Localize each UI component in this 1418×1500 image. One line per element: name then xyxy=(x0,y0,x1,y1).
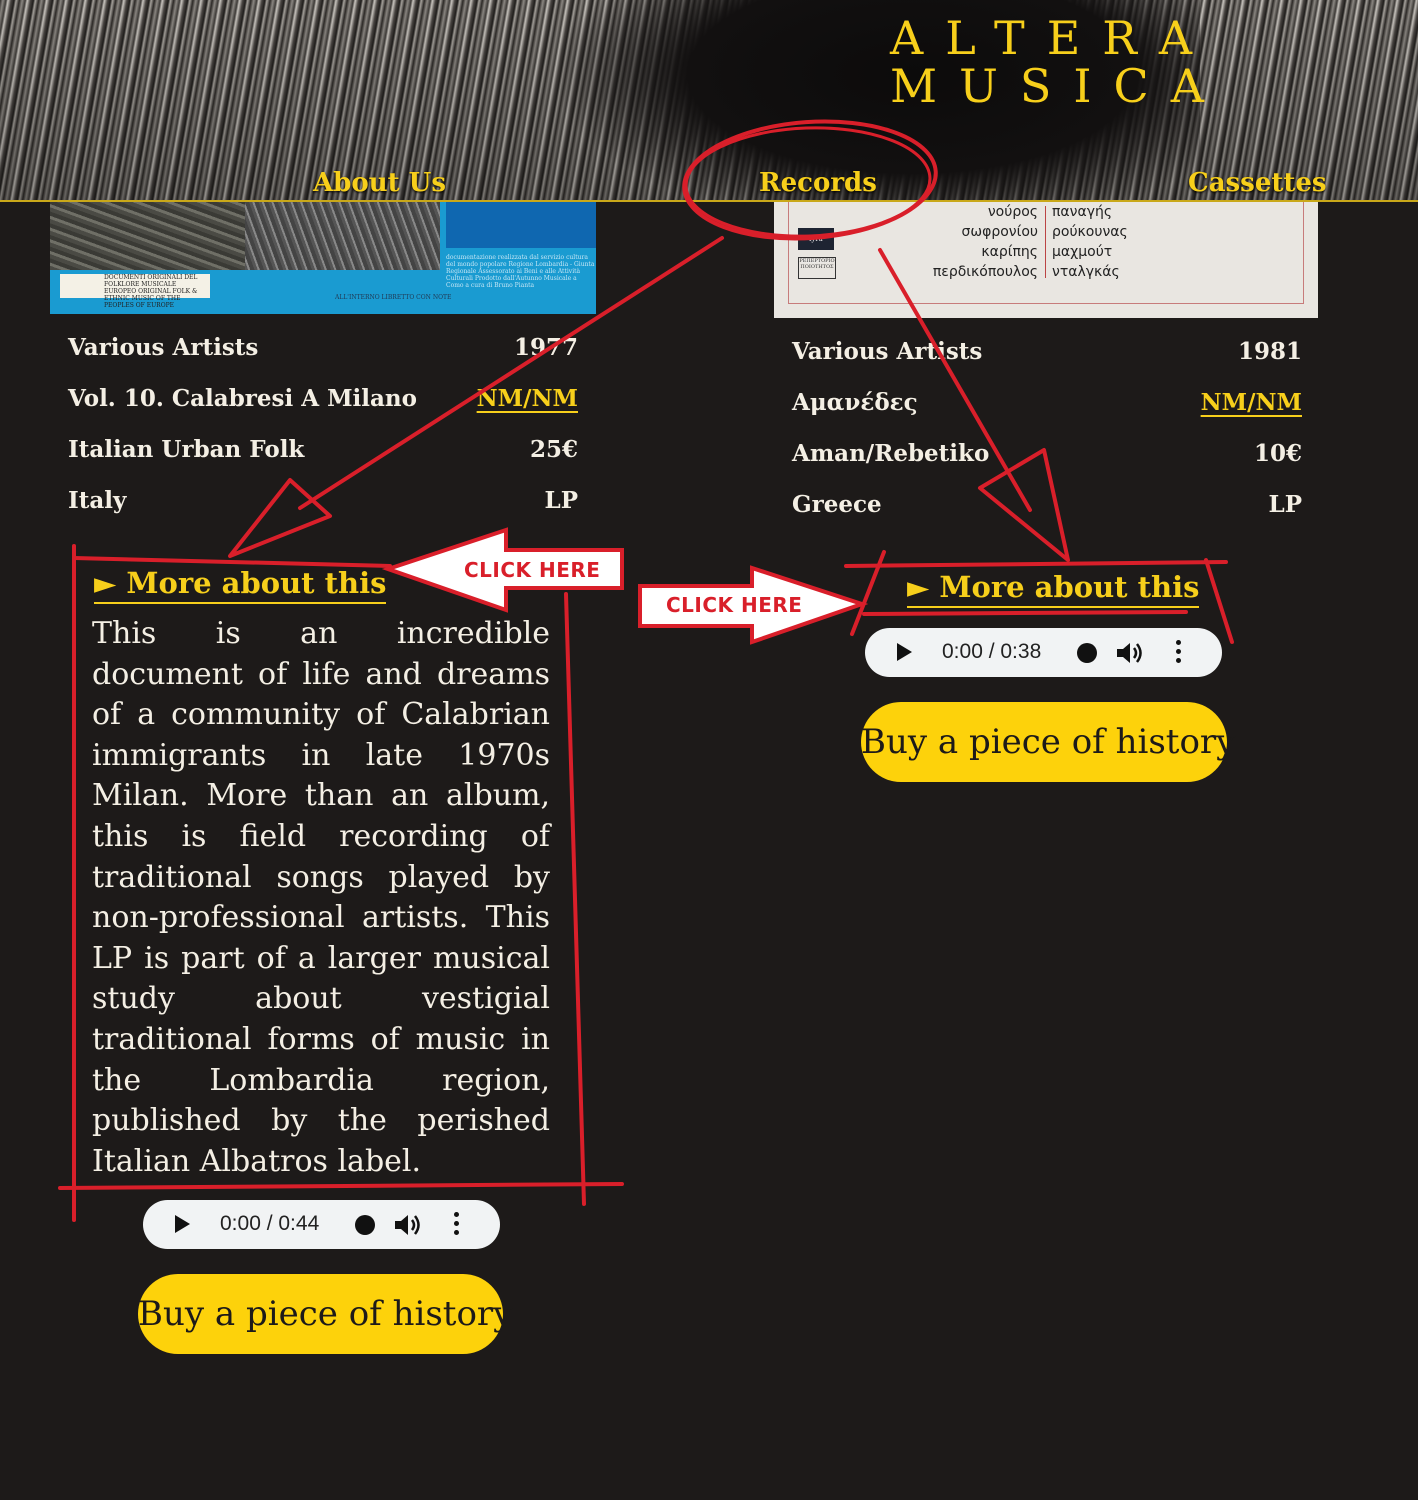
cover-names-right: παναγής ρούκουνας μαχμούτ νταλγκάς xyxy=(1052,202,1212,282)
play-icon[interactable] xyxy=(897,643,912,661)
record-info-amanedes: Various Artists 1981 Αμανέδες NM/NM Aman/R… xyxy=(792,338,1302,542)
audio-player-calabresi[interactable]: 0:00 / 0:44 xyxy=(143,1200,500,1249)
record-grade-link[interactable]: NM/NM xyxy=(477,385,578,412)
cover-badge: lyra MARCO xyxy=(798,228,834,265)
record-dot-icon[interactable] xyxy=(355,1215,375,1235)
record-format: LP xyxy=(1268,491,1302,518)
cover-blue-block xyxy=(446,202,596,248)
record-format: LP xyxy=(544,487,578,514)
click-here-arrow-2: CLICK HERE xyxy=(638,565,869,645)
record-year: 1981 xyxy=(1237,338,1302,365)
play-icon[interactable] xyxy=(175,1215,190,1233)
record-price: 25€ xyxy=(529,436,578,463)
click-here-label-2: CLICK HERE xyxy=(666,593,802,617)
record-artist: Various Artists xyxy=(68,334,259,361)
album-cover-calabresi[interactable]: documentazione realizzata dal servizio c… xyxy=(50,202,596,314)
nav-records[interactable]: Records xyxy=(759,168,877,198)
record-dot-icon[interactable] xyxy=(1077,643,1097,663)
record-description: This is an incredible document of life a… xyxy=(92,616,550,1179)
record-artist: Various Artists xyxy=(792,338,983,365)
volume-icon[interactable] xyxy=(395,1214,423,1236)
cover-name: νούρος xyxy=(987,204,1038,220)
record-price: 10€ xyxy=(1253,440,1302,467)
volume-icon[interactable] xyxy=(1117,642,1145,664)
record-title: Vol. 10. Calabresi A Milano xyxy=(68,385,417,412)
cover-name: σωφρονίου xyxy=(961,224,1038,240)
more-options-icon[interactable] xyxy=(1176,640,1182,666)
cover-side-text: documentazione realizzata dal servizio c… xyxy=(446,254,595,289)
cover-name: περδικόπουλος xyxy=(932,264,1038,280)
cover-name: ρούκουνας xyxy=(1052,224,1128,240)
buy-button-amanedes[interactable]: Buy a piece of history xyxy=(861,702,1235,782)
click-here-label-1: CLICK HERE xyxy=(464,558,600,582)
record-genre: Italian Urban Folk xyxy=(68,436,305,463)
record-genre: Aman/Rebetiko xyxy=(792,440,990,467)
cover-frame xyxy=(788,202,1304,304)
cover-name: παναγής xyxy=(1052,204,1113,220)
cover-names-left: νούρος σωφρονίου καρίπης περδικόπουλος xyxy=(904,202,1038,282)
nav-cassettes[interactable]: Cassettes xyxy=(1188,168,1327,198)
more-about-toggle-calabresi[interactable]: ► More about this xyxy=(94,566,387,604)
record-title: Αμανέδες xyxy=(792,389,918,416)
brand-line-2: MUSICA xyxy=(890,59,1226,113)
cover-photo-2 xyxy=(245,202,440,270)
audio-time: 0:00 / 0:44 xyxy=(220,1212,320,1235)
record-info-calabresi: Various Artists 1977 Vol. 10. Calabresi A… xyxy=(68,334,578,538)
record-year: 1977 xyxy=(513,334,578,361)
site-header: ALTERA MUSICA About Us Records Cassettes xyxy=(0,0,1418,201)
more-options-icon[interactable] xyxy=(454,1212,460,1238)
buy-button-calabresi[interactable]: Buy a piece of history xyxy=(138,1274,512,1354)
cover-name: μαχμούτ xyxy=(1052,244,1113,260)
nav-about-us[interactable]: About Us xyxy=(313,168,446,198)
audio-player-amanedes[interactable]: 0:00 / 0:38 xyxy=(865,628,1222,677)
cover-bottom-text: ALL'INTERNO LIBRETTO CON NOTE xyxy=(335,294,452,301)
cover-name: νταλγκάς xyxy=(1052,264,1120,280)
brand-line-1: ALTERA xyxy=(890,11,1215,65)
album-cover-amanedes[interactable]: lyra MARCO ΡΕΠΕΡΤΟΡΙΟ ΠΟΙΟΤΗΤΟΣ νούρος σ… xyxy=(774,202,1318,318)
annotation-box-right xyxy=(844,560,1228,568)
record-grade-link[interactable]: NM/NM xyxy=(1201,389,1302,416)
cover-label: DOCUMENTI ORIGINALI DEL FOLKLORE MUSICAL… xyxy=(60,274,210,309)
click-here-arrow-1: CLICK HERE xyxy=(381,527,624,613)
cover-name: καρίπης xyxy=(981,244,1038,260)
more-about-toggle-amanedes[interactable]: ► More about this xyxy=(907,570,1200,608)
cover-separator xyxy=(1045,206,1046,278)
brand-logo[interactable]: ALTERA MUSICA xyxy=(890,11,1226,113)
audio-time: 0:00 / 0:38 xyxy=(942,640,1042,663)
record-country: Greece xyxy=(792,491,882,518)
record-country: Italy xyxy=(68,487,127,514)
cover-badge-2: ΡΕΠΕΡΤΟΡΙΟ ΠΟΙΟΤΗΤΟΣ xyxy=(798,257,836,279)
